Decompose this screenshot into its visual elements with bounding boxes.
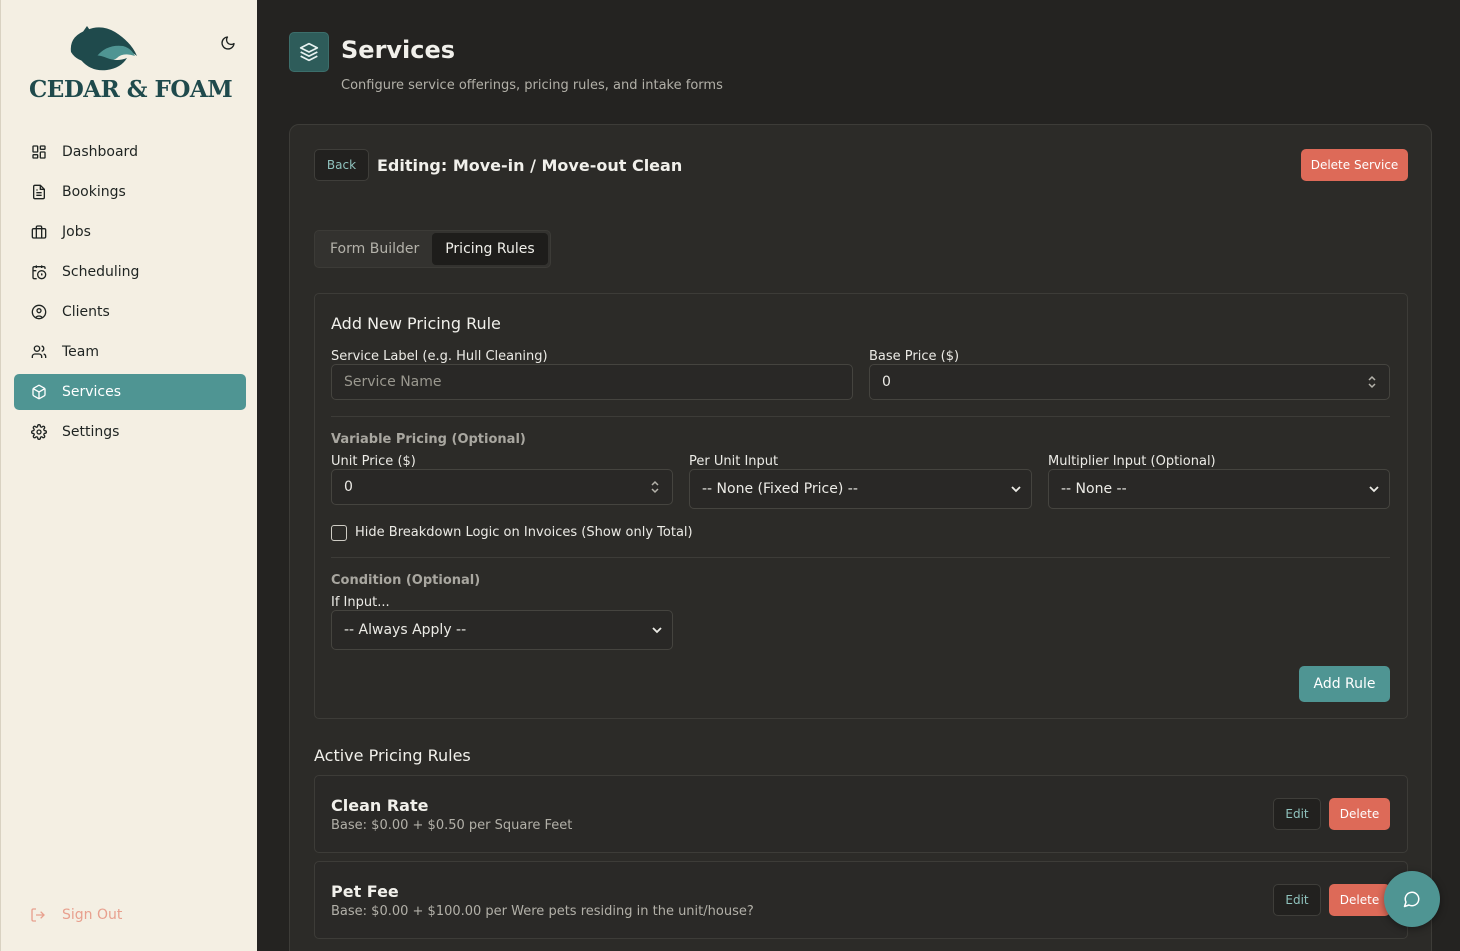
condition-value: -- Always Apply -- <box>344 622 467 638</box>
delete-rule-button[interactable]: Delete <box>1329 884 1390 916</box>
layers-icon <box>289 32 329 72</box>
sidebar-item-team[interactable]: Team <box>14 334 246 370</box>
sidebar-item-label: Settings <box>62 424 120 440</box>
hide-breakdown-label[interactable]: Hide Breakdown Logic on Invoices (Show o… <box>355 525 693 540</box>
chat-button[interactable] <box>1384 871 1440 927</box>
chat-bubble-icon <box>1403 891 1420 908</box>
service-editor-card: Back Editing: Move-in / Move-out Clean D… <box>289 124 1432 951</box>
sidebar-item-settings[interactable]: Settings <box>14 414 246 450</box>
sign-out-label: Sign Out <box>62 907 123 923</box>
page-title: Services <box>341 36 456 64</box>
rule-name: Pet Fee <box>331 882 399 901</box>
tab-form-builder[interactable]: Form Builder <box>317 233 432 265</box>
divider <box>331 416 1390 417</box>
add-pricing-rule-panel: Add New Pricing Rule Service Label (e.g.… <box>314 293 1408 719</box>
unit-price-input[interactable]: 0 <box>331 469 673 505</box>
editing-title: Editing: Move-in / Move-out Clean <box>377 156 683 175</box>
multiplier-select[interactable]: -- None -- <box>1048 469 1390 509</box>
sidebar: CEDAR & FOAM Dashboard Bookings Jobs Sch… <box>0 0 257 951</box>
per-unit-label: Per Unit Input <box>689 454 779 469</box>
delete-rule-button[interactable]: Delete <box>1329 798 1390 830</box>
divider <box>331 557 1390 558</box>
sidebar-item-jobs[interactable]: Jobs <box>14 214 246 250</box>
sidebar-item-label: Services <box>62 384 122 400</box>
unit-price-value: 0 <box>344 479 353 495</box>
sidebar-item-label: Dashboard <box>62 144 138 160</box>
page-subtitle: Configure service offerings, pricing rul… <box>341 78 723 93</box>
condition-heading: Condition (Optional) <box>331 573 481 588</box>
chevron-down-icon <box>1011 486 1021 493</box>
sidebar-item-label: Bookings <box>62 184 126 200</box>
edit-rule-button[interactable]: Edit <box>1273 884 1321 916</box>
tab-pricing-rules[interactable]: Pricing Rules <box>432 233 548 265</box>
dashboard-icon <box>30 143 48 161</box>
users-icon <box>30 343 48 361</box>
briefcase-icon <box>30 223 48 241</box>
if-input-label: If Input... <box>331 595 390 610</box>
brand-wordmark: CEDAR & FOAM <box>29 76 233 103</box>
base-price-value: 0 <box>882 374 891 390</box>
sidebar-item-label: Team <box>62 344 100 360</box>
sidebar-nav: Dashboard Bookings Jobs Scheduling Clien… <box>14 134 246 454</box>
chevron-down-icon <box>652 627 662 634</box>
back-button[interactable]: Back <box>314 149 369 181</box>
edit-rule-button[interactable]: Edit <box>1273 798 1321 830</box>
sidebar-item-services[interactable]: Services <box>14 374 246 410</box>
sidebar-item-label: Scheduling <box>62 264 140 280</box>
log-out-icon <box>30 906 48 924</box>
delete-service-button[interactable]: Delete Service <box>1301 149 1408 181</box>
list-item: Clean Rate Base: $0.00 + $0.50 per Squar… <box>314 775 1408 853</box>
theme-toggle-button[interactable] <box>217 32 239 54</box>
base-price-label: Base Price ($) <box>869 349 960 364</box>
sidebar-item-bookings[interactable]: Bookings <box>14 174 246 210</box>
rule-description: Base: $0.00 + $0.50 per Square Feet <box>331 818 573 833</box>
chevron-down-icon <box>1369 486 1379 493</box>
unit-price-label: Unit Price ($) <box>331 454 416 469</box>
variable-pricing-heading: Variable Pricing (Optional) <box>331 432 526 447</box>
base-price-input[interactable]: 0 <box>869 364 1390 400</box>
document-icon <box>30 183 48 201</box>
per-unit-value: -- None (Fixed Price) -- <box>702 481 858 497</box>
multiplier-value: -- None -- <box>1061 481 1127 497</box>
sidebar-item-clients[interactable]: Clients <box>14 294 246 330</box>
gear-icon <box>30 423 48 441</box>
spinner-icon <box>1368 375 1376 389</box>
sidebar-item-scheduling[interactable]: Scheduling <box>14 254 246 290</box>
editor-tabs: Form Builder Pricing Rules <box>314 230 551 268</box>
per-unit-select[interactable]: -- None (Fixed Price) -- <box>689 469 1032 509</box>
sidebar-item-label: Jobs <box>62 224 91 240</box>
sidebar-item-label: Clients <box>62 304 110 320</box>
rule-description: Base: $0.00 + $100.00 per Were pets resi… <box>331 904 754 919</box>
sidebar-item-dashboard[interactable]: Dashboard <box>14 134 246 170</box>
add-rule-title: Add New Pricing Rule <box>331 314 501 333</box>
service-label-label: Service Label (e.g. Hull Cleaning) <box>331 349 548 364</box>
box-icon <box>30 383 48 401</box>
rule-name: Clean Rate <box>331 796 429 815</box>
user-circle-icon <box>30 303 48 321</box>
active-rules-title: Active Pricing Rules <box>314 746 471 765</box>
condition-select[interactable]: -- Always Apply -- <box>331 610 673 650</box>
list-item: Pet Fee Base: $0.00 + $100.00 per Were p… <box>314 861 1408 939</box>
moon-icon <box>221 36 235 50</box>
hide-breakdown-checkbox[interactable] <box>331 525 347 541</box>
sign-out-button[interactable]: Sign Out <box>30 906 122 924</box>
calendar-clock-icon <box>30 263 48 281</box>
add-rule-button[interactable]: Add Rule <box>1299 666 1390 702</box>
multiplier-label: Multiplier Input (Optional) <box>1048 454 1216 469</box>
spinner-icon <box>651 480 659 494</box>
service-label-input[interactable]: Service Name <box>331 364 853 400</box>
